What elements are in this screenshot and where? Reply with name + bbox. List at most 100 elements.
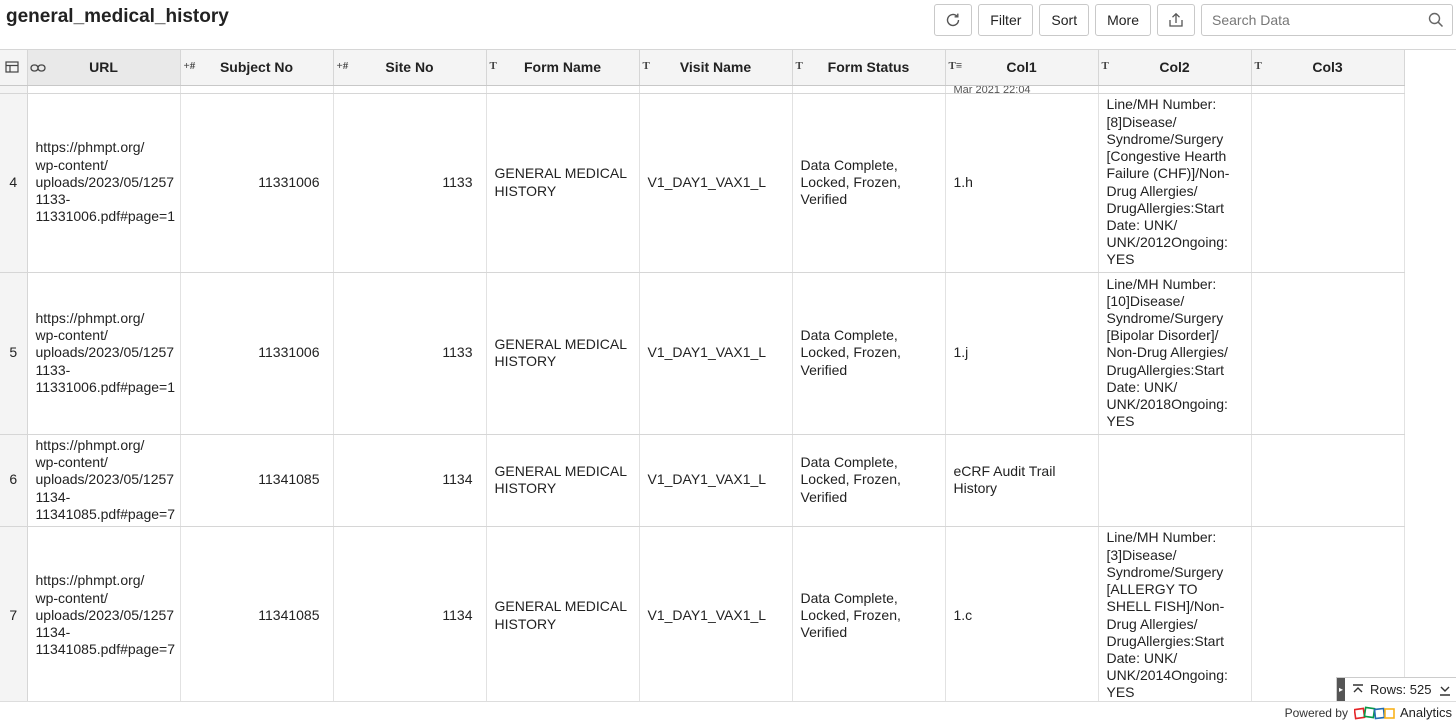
form-name-cell[interactable]: GENERAL MEDICAL HISTORY xyxy=(486,272,640,435)
form-status-cell[interactable]: Data Complete, Locked, Frozen, Verified xyxy=(792,434,946,527)
table-row[interactable]: 7 https://phmpt.org/ wp-content/ uploads… xyxy=(0,526,1405,701)
row-number: 5 xyxy=(0,272,28,435)
visit-name-cell[interactable]: V1_DAY1_VAX1_L xyxy=(639,93,793,273)
visit-name-cell[interactable]: V1_DAY1_VAX1_L xyxy=(639,272,793,435)
visit-name-cell[interactable]: V1_DAY1_VAX1_L xyxy=(639,526,793,701)
column-header-col1[interactable]: T≡ Col1 xyxy=(945,50,1099,86)
column-header-subject-no[interactable]: +# Subject No xyxy=(180,50,334,86)
column-header-visit-name[interactable]: T Visit Name xyxy=(639,50,793,86)
brand-name: Analytics xyxy=(1399,705,1452,720)
export-button[interactable] xyxy=(1157,4,1195,36)
column-header-site-no[interactable]: +# Site No xyxy=(333,50,487,86)
search-icon[interactable] xyxy=(1428,12,1444,28)
col2-cell[interactable]: Line/MH Number: [8]Disease/ Syndrome/Sur… xyxy=(1098,93,1252,273)
col1-cell[interactable]: eCRF Audit Trail History xyxy=(945,434,1099,527)
table-row[interactable]: 5 https://phmpt.org/ wp-content/ uploads… xyxy=(0,272,1405,435)
cell-text: Mar 2021 22:04 xyxy=(953,85,1031,93)
site-no-cell[interactable]: 1133 xyxy=(333,272,487,435)
text-icon: T xyxy=(1101,60,1109,72)
table-row[interactable]: 6 https://phmpt.org/ wp-content/ uploads… xyxy=(0,434,1405,527)
search-box xyxy=(1201,4,1453,36)
column-label: Col2 xyxy=(1159,59,1190,76)
select-all-header[interactable] xyxy=(0,50,28,86)
column-label: Col3 xyxy=(1312,59,1343,76)
col2-cell[interactable]: Line/MH Number: [3]Disease/ Syndrome/Sur… xyxy=(1098,526,1252,701)
table-icon xyxy=(5,61,19,73)
refresh-button[interactable] xyxy=(934,4,973,36)
search-input[interactable] xyxy=(1202,5,1422,35)
data-table: URL +# Subject No +# Site No T Form Name… xyxy=(0,50,1405,701)
table-cell[interactable] xyxy=(792,85,946,94)
column-header-form-status[interactable]: T Form Status xyxy=(792,50,946,86)
number-icon: +# xyxy=(183,60,196,72)
col1-cell[interactable]: 1.c xyxy=(945,526,1099,701)
table-cell[interactable] xyxy=(180,85,334,94)
table-cell[interactable] xyxy=(333,85,487,94)
filter-button[interactable]: Filter xyxy=(978,4,1034,36)
visit-name-cell[interactable]: V1_DAY1_VAX1_L xyxy=(639,434,793,527)
col1-cell[interactable]: 1.h xyxy=(945,93,1099,273)
text-icon: T xyxy=(642,60,650,72)
collapse-handle[interactable]: ▸ xyxy=(1337,677,1345,702)
site-no-cell[interactable]: 1134 xyxy=(333,434,487,527)
form-status-cell[interactable]: Data Complete, Locked, Frozen, Verified xyxy=(792,93,946,273)
url-cell[interactable]: https://phmpt.org/ wp-content/ uploads/2… xyxy=(27,526,181,701)
subject-no-cell[interactable]: 11341085 xyxy=(180,526,334,701)
form-name-cell[interactable]: GENERAL MEDICAL HISTORY xyxy=(486,434,640,527)
col2-cell[interactable]: Line/MH Number: [10]Disease/ Syndrome/Su… xyxy=(1098,272,1252,435)
col2-cell[interactable] xyxy=(1098,434,1252,527)
site-no-cell[interactable]: 1134 xyxy=(333,526,487,701)
multiline-text-icon: T≡ xyxy=(948,60,963,72)
url-cell[interactable]: https://phmpt.org/ wp-content/ uploads/2… xyxy=(27,93,181,273)
table-cell[interactable] xyxy=(486,85,640,94)
more-button[interactable]: More xyxy=(1095,4,1151,36)
data-grid: URL +# Subject No +# Site No T Form Name… xyxy=(0,49,1456,701)
sort-button[interactable]: Sort xyxy=(1039,4,1090,36)
subject-no-cell[interactable]: 11341085 xyxy=(180,434,334,527)
row-number: 6 xyxy=(0,434,28,527)
column-label: Site No xyxy=(385,59,434,76)
column-header-form-name[interactable]: T Form Name xyxy=(486,50,640,86)
col3-cell[interactable] xyxy=(1251,272,1405,435)
row-number: 7 xyxy=(0,526,28,701)
form-status-cell[interactable]: Data Complete, Locked, Frozen, Verified xyxy=(792,272,946,435)
column-label: URL xyxy=(89,59,118,76)
url-cell[interactable]: https://phmpt.org/ wp-content/ uploads/2… xyxy=(27,434,181,527)
col1-cell[interactable]: 1.j xyxy=(945,272,1099,435)
text-icon: T xyxy=(1254,60,1262,72)
column-header-col3[interactable]: T Col3 xyxy=(1251,50,1405,86)
text-icon: T xyxy=(795,60,803,72)
table-cell[interactable] xyxy=(639,85,793,94)
col3-cell[interactable] xyxy=(1251,526,1405,701)
table-cell[interactable]: Mar 2021 22:04 xyxy=(945,85,1099,94)
scroll-top-icon[interactable] xyxy=(1350,683,1366,697)
rows-count-panel: ▸ Rows: 525 xyxy=(1336,677,1456,702)
form-status-cell[interactable]: Data Complete, Locked, Frozen, Verified xyxy=(792,526,946,701)
table-row[interactable]: 4 https://phmpt.org/ wp-content/ uploads… xyxy=(0,93,1405,273)
table-cell[interactable] xyxy=(1251,85,1405,94)
scroll-bottom-icon[interactable] xyxy=(1437,683,1453,697)
col3-cell[interactable] xyxy=(1251,434,1405,527)
column-header-col2[interactable]: T Col2 xyxy=(1098,50,1252,86)
page-title: general_medical_history xyxy=(6,6,229,27)
col3-cell[interactable] xyxy=(1251,93,1405,273)
form-name-cell[interactable]: GENERAL MEDICAL HISTORY xyxy=(486,93,640,273)
subject-no-cell[interactable]: 11331006 xyxy=(180,93,334,273)
site-no-cell[interactable]: 1133 xyxy=(333,93,487,273)
column-header-url[interactable]: URL xyxy=(27,50,181,86)
form-name-cell[interactable]: GENERAL MEDICAL HISTORY xyxy=(486,526,640,701)
link-icon xyxy=(29,64,46,72)
column-label: Col1 xyxy=(1006,59,1037,76)
url-cell[interactable]: https://phmpt.org/ wp-content/ uploads/2… xyxy=(27,272,181,435)
powered-by-text: Powered by xyxy=(1284,705,1348,720)
number-icon: +# xyxy=(336,60,349,72)
table-cell[interactable] xyxy=(27,85,181,94)
top-bar: general_medical_history Filter Sort More xyxy=(0,0,1456,48)
table-cell[interactable] xyxy=(1098,85,1252,94)
export-icon xyxy=(1169,12,1183,27)
subject-no-cell[interactable]: 11331006 xyxy=(180,272,334,435)
footer: Powered by Analytics xyxy=(0,701,1456,720)
table-row-partial[interactable]: Mar 2021 22:04 xyxy=(0,85,1405,94)
header-row: URL +# Subject No +# Site No T Form Name… xyxy=(0,50,1405,86)
column-label: Subject No xyxy=(219,59,294,76)
